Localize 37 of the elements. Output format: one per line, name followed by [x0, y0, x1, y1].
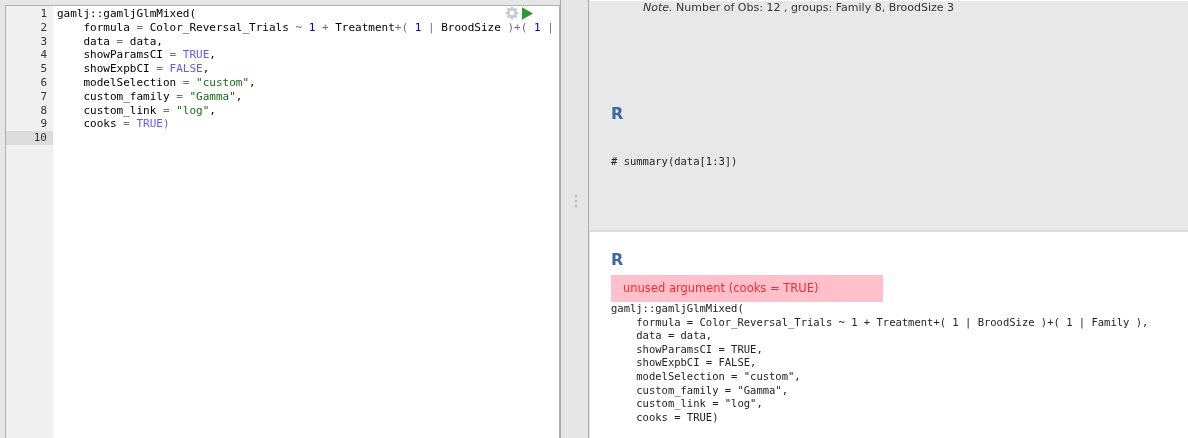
- drag-handle-icon[interactable]: [573, 194, 578, 208]
- section-heading: R: [611, 104, 624, 123]
- code-line: data = data,: [82, 34, 163, 48]
- line-number: 3: [39, 34, 48, 49]
- line-number: 4: [39, 48, 48, 63]
- code-line: custom_link = "log",: [82, 103, 216, 117]
- code-line: modelSelection = "custom",: [82, 76, 256, 89]
- code-line: showParamsCI = TRUE,: [635, 342, 763, 357]
- code-line: # summary(data[1:3]): [611, 155, 738, 169]
- line-number: 5: [39, 62, 48, 76]
- code-line: custom_family = "Gamma",: [635, 383, 788, 398]
- code-line: custom_family = "Gamma",: [82, 89, 243, 103]
- line-number: 8: [39, 103, 48, 118]
- line-number: 6: [39, 76, 48, 90]
- code-line: cooks = TRUE): [635, 410, 719, 425]
- note-text: Note. Number of Obs: 12 , groups: Family 8, BroodSize 3: [590, 1, 1188, 104]
- run-icon[interactable]: [522, 7, 533, 20]
- code-line: formula = Color_Reversal_Trials ~ 1 + Treatment+( 1 | BroodSize )+( 1 |: [82, 20, 554, 34]
- code-line: custom_link = "log",: [635, 397, 763, 411]
- code-line: gamlj::gamljGlmMixed(: [57, 7, 197, 20]
- error-message: unused argument (cooks = TRUE): [611, 275, 883, 302]
- code-line: cooks = TRUE): [82, 117, 170, 131]
- code-line: showParamsCI = TRUE,: [82, 48, 216, 62]
- section-heading: R: [611, 250, 624, 269]
- line-number: 10: [6, 131, 53, 145]
- settings-icon[interactable]: [505, 6, 519, 20]
- code-line: modelSelection = "custom",: [635, 369, 801, 384]
- code-line: showExpbCI = FALSE,: [635, 356, 757, 370]
- code-editor[interactable]: [5, 5, 560, 438]
- line-number: 1: [39, 7, 48, 21]
- line-number: 7: [39, 89, 48, 104]
- code-line: data = data,: [635, 329, 713, 343]
- code-line: showExpbCI = FALSE,: [82, 62, 210, 76]
- line-number: 2: [39, 20, 48, 35]
- line-number: 9: [39, 117, 48, 132]
- code-line: formula = Color_Reversal_Trials ~ 1 + Treatment+( 1 | BroodSize )+( 1 | Family ),: [635, 315, 1149, 330]
- code-line: gamlj::gamljGlmMixed(: [611, 302, 744, 316]
